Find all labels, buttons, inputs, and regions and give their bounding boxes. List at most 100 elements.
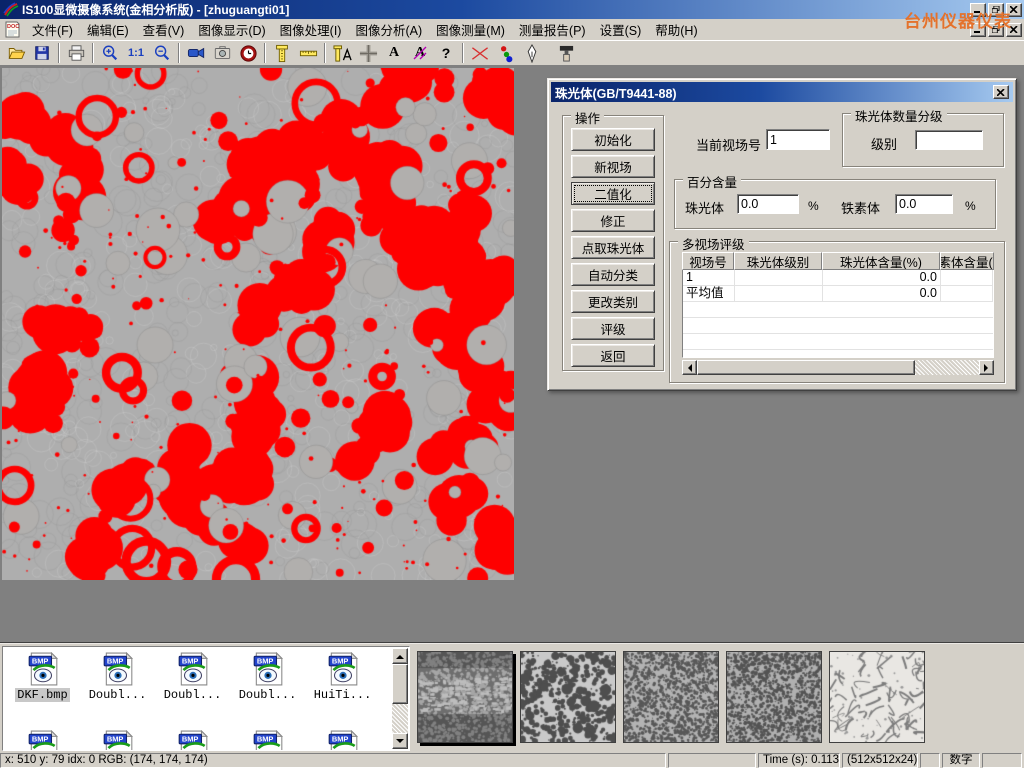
level-input[interactable] xyxy=(915,130,983,150)
scroll-up-button[interactable] xyxy=(392,648,408,664)
curve-cross-icon xyxy=(470,44,490,63)
thumbnail-image[interactable] xyxy=(829,651,925,743)
file-list-scrollbar[interactable] xyxy=(392,648,408,749)
binarize-button[interactable]: 二值化 xyxy=(571,182,655,205)
ferrite-percent-input[interactable] xyxy=(895,194,953,214)
thumbnail-image[interactable] xyxy=(520,651,616,743)
change-class-button[interactable]: 更改类别 xyxy=(571,290,655,313)
cursor-position-status: x: 510 y: 79 idx: 0 RGB: (174, 174, 174) xyxy=(0,753,666,768)
help-button[interactable]: ? xyxy=(433,42,459,64)
file-item[interactable]: BMP DKF.bmp xyxy=(5,652,80,702)
print-button[interactable] xyxy=(63,42,89,64)
application-window: IS100显微摄像系统(金相分析版) - [zhuguangti01] 台州仪器… xyxy=(0,0,1024,768)
new-field-button[interactable]: 新视场 xyxy=(571,155,655,178)
table-row[interactable]: 平均值 0.0 xyxy=(683,286,993,302)
menu-view[interactable]: 查看(V) xyxy=(136,18,192,41)
video-capture-button[interactable] xyxy=(183,42,209,64)
file-item[interactable]: BMP Doubl... xyxy=(80,652,155,702)
micrograph-image[interactable] xyxy=(2,68,514,580)
close-button[interactable] xyxy=(1006,3,1022,17)
minimize-icon xyxy=(974,6,982,13)
pearlite-unit-label: % xyxy=(808,199,819,213)
maximize-button[interactable] xyxy=(988,3,1004,17)
measure-annotate-button[interactable] xyxy=(329,42,355,64)
zoom-1to1-button[interactable]: 1:1 xyxy=(123,42,149,64)
file-item[interactable]: BMP xyxy=(155,730,230,751)
ferrite-unit-label: % xyxy=(965,199,976,213)
bmp-file-icon: BMP xyxy=(177,730,209,751)
grading-group-label: 珠光体数量分级 xyxy=(851,106,947,125)
text-tool-button[interactable]: A xyxy=(381,42,407,64)
auto-classify-button[interactable]: 自动分类 xyxy=(571,263,655,286)
scroll-down-button[interactable] xyxy=(392,733,408,749)
menu-file[interactable]: 文件(F) xyxy=(25,18,80,41)
minimize-button[interactable] xyxy=(970,3,986,17)
scroll-right-button[interactable] xyxy=(979,360,994,375)
return-button[interactable]: 返回 xyxy=(571,344,655,367)
grade-button[interactable]: 评级 xyxy=(571,317,655,340)
pearlite-percent-input[interactable] xyxy=(737,194,799,214)
file-name: Doubl... xyxy=(162,688,224,702)
open-button[interactable] xyxy=(3,42,29,64)
brush-tool-button[interactable] xyxy=(553,42,579,64)
status-spacer xyxy=(982,753,1022,768)
bmp-file-icon: BMP xyxy=(252,652,284,686)
status-spacer xyxy=(668,753,756,768)
menu-image-display[interactable]: 图像显示(D) xyxy=(191,18,272,41)
file-item[interactable]: BMP xyxy=(230,730,305,751)
cell: 平均值 xyxy=(683,286,735,302)
pick-pearlite-button[interactable]: 点取珠光体 xyxy=(571,236,655,259)
mdi-restore-button[interactable] xyxy=(988,23,1004,37)
save-button[interactable] xyxy=(29,42,55,64)
col-field-no: 视场号 xyxy=(682,252,734,270)
menu-edit[interactable]: 编辑(E) xyxy=(80,18,136,41)
file-item[interactable]: BMP xyxy=(305,730,380,751)
timer-button[interactable] xyxy=(235,42,261,64)
clock-icon xyxy=(239,44,258,63)
classify-points-button[interactable] xyxy=(493,42,519,64)
thumbnail-image[interactable] xyxy=(623,651,719,743)
file-item[interactable]: BMP Doubl... xyxy=(155,652,230,702)
zoom-out-button[interactable] xyxy=(149,42,175,64)
curve-tool-button[interactable] xyxy=(467,42,493,64)
initialize-button[interactable]: 初始化 xyxy=(571,128,655,151)
menu-settings[interactable]: 设置(S) xyxy=(593,18,649,41)
multi-field-group: 多视场评级 视场号 珠光体级别 珠光体含量(%) 铁素体含量(%) 1 0.0 xyxy=(669,241,1005,383)
menu-image-process[interactable]: 图像处理(I) xyxy=(273,18,349,41)
file-item[interactable]: BMP Doubl... xyxy=(230,652,305,702)
toolbar-separator xyxy=(264,43,266,63)
mdi-close-button[interactable] xyxy=(1006,23,1022,37)
menu-image-measure[interactable]: 图像测量(M) xyxy=(429,18,512,41)
file-item[interactable]: BMP xyxy=(80,730,155,751)
pen-tool-button[interactable] xyxy=(519,42,545,64)
snapshot-button[interactable] xyxy=(209,42,235,64)
move-tool-button[interactable] xyxy=(355,42,381,64)
menu-image-analysis[interactable]: 图像分析(A) xyxy=(348,18,429,41)
text-angle-tool-button[interactable]: A xyxy=(407,42,433,64)
scroll-left-button[interactable] xyxy=(682,360,697,375)
thumbnail-image[interactable] xyxy=(417,651,513,743)
dialog-close-button[interactable] xyxy=(993,85,1009,99)
menu-help[interactable]: 帮助(H) xyxy=(648,18,704,41)
file-item[interactable]: BMP xyxy=(5,730,80,751)
zoom-in-button[interactable] xyxy=(97,42,123,64)
menu-bar: DOC 文件(F) 编辑(E) 查看(V) 图像显示(D) 图像处理(I) 图像… xyxy=(0,19,1024,40)
current-field-input[interactable] xyxy=(766,129,830,150)
scrollbar-thumb[interactable] xyxy=(697,360,915,375)
file-item[interactable]: BMP HuiTi... xyxy=(305,652,380,702)
scrollbar-thumb[interactable] xyxy=(392,664,408,704)
mdi-minimize-button[interactable] xyxy=(970,23,986,37)
caliper-measure-button[interactable] xyxy=(269,42,295,64)
grading-group: 珠光体数量分级 级别 xyxy=(842,113,1004,167)
cell: 1 xyxy=(683,270,735,286)
correct-button[interactable]: 修正 xyxy=(571,209,655,232)
ruler-measure-button[interactable] xyxy=(295,42,321,64)
dialog-title-bar[interactable]: 珠光体(GB/T9441-88) xyxy=(551,82,1013,102)
thumbnail-image[interactable] xyxy=(726,651,822,743)
table-horizontal-scrollbar[interactable] xyxy=(682,360,994,375)
close-icon xyxy=(1010,6,1018,13)
toolbar-separator xyxy=(58,43,60,63)
down-arrow-icon xyxy=(396,739,404,747)
menu-measure-report[interactable]: 测量报告(P) xyxy=(512,18,593,41)
table-row[interactable]: 1 0.0 xyxy=(683,270,993,286)
